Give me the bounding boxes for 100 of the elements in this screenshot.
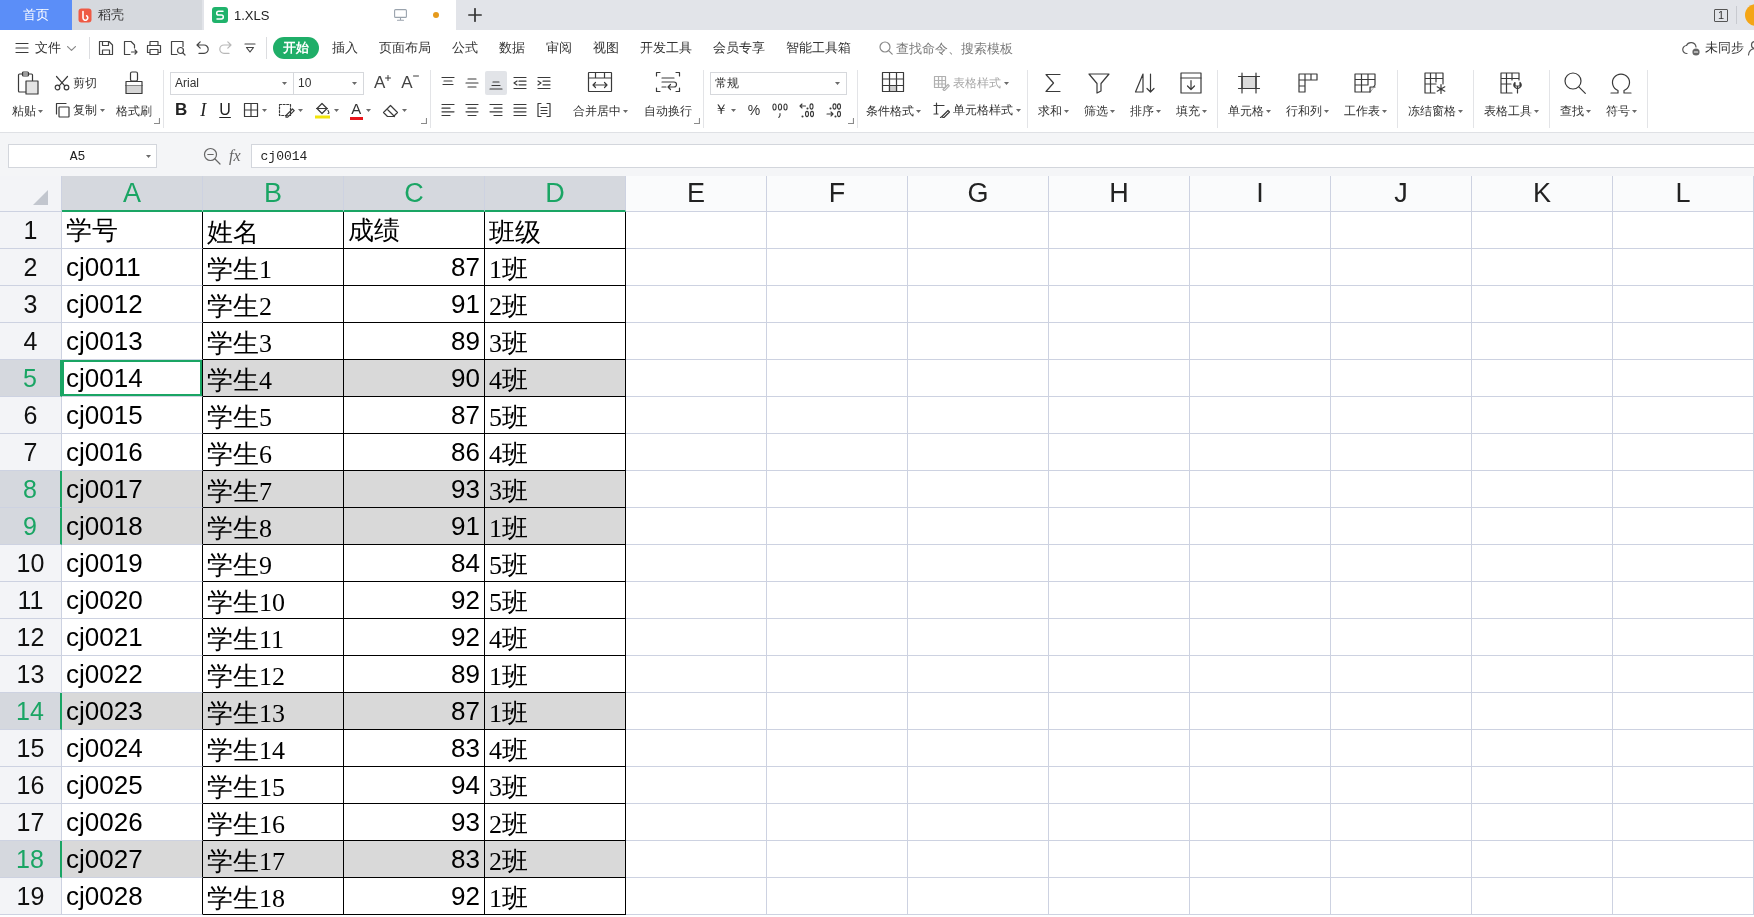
column-header[interactable]: H (1049, 176, 1190, 212)
window-switcher-button[interactable]: 1 (1713, 8, 1728, 22)
row-header[interactable]: 11 (0, 582, 62, 619)
dialog-launcher-icon[interactable] (693, 118, 700, 124)
table-cell: 91 (344, 508, 485, 545)
cell-style-button[interactable]: 单元格样式 (932, 98, 1021, 122)
row-header[interactable]: 12 (0, 619, 62, 656)
ribbon-tab[interactable]: 页面布局 (371, 37, 439, 59)
user-icon[interactable] (1747, 40, 1754, 56)
italic-button[interactable]: I (199, 100, 208, 120)
ribbon-tab[interactable]: 插入 (324, 37, 366, 59)
column-header[interactable]: F (767, 176, 908, 212)
file-menu-button[interactable]: 文件 (15, 39, 76, 57)
dialog-launcher-icon[interactable] (847, 118, 854, 124)
table-cell: 1班 (485, 693, 626, 730)
merge-center-button[interactable]: 合并居中 (570, 71, 630, 118)
row-header[interactable]: 13 (0, 656, 62, 693)
sum-button[interactable]: 求和 (1035, 71, 1071, 118)
decrease-decimal-icon[interactable] (826, 102, 843, 118)
draw-border-button[interactable] (277, 102, 303, 118)
font-color-button[interactable]: A (349, 100, 371, 120)
rows-columns-button[interactable]: 行和列 (1283, 71, 1331, 118)
find-button[interactable]: 查找 (1557, 71, 1593, 118)
fill-button[interactable]: 填充 (1173, 71, 1209, 118)
sort-button[interactable]: 排序 (1127, 71, 1163, 118)
caret-icon (1585, 109, 1591, 113)
app-tab[interactable]: 稻壳 (72, 0, 202, 30)
cell-button[interactable]: 单元格 (1225, 71, 1273, 118)
export-icon[interactable] (122, 40, 138, 56)
plus-icon[interactable] (468, 8, 482, 22)
ribbon-tab[interactable]: 数据 (491, 37, 533, 59)
column-header[interactable]: K (1472, 176, 1613, 212)
symbol-button[interactable]: 符号 (1603, 71, 1639, 118)
dialog-launcher-icon[interactable] (154, 118, 160, 124)
currency-button[interactable]: ￥ (713, 101, 736, 119)
formula-field[interactable]: cj0014 (250, 144, 1754, 168)
cut-button[interactable]: 剪切 (54, 71, 105, 95)
conditional-format-button[interactable]: 条件格式 (863, 71, 923, 118)
row-header[interactable]: 17 (0, 804, 62, 841)
column-header[interactable]: G (908, 176, 1049, 212)
column-header[interactable]: I (1190, 176, 1331, 212)
paste-button[interactable]: 粘贴 (10, 71, 45, 118)
row-header[interactable]: 6 (0, 397, 62, 434)
cell-icon (1237, 71, 1262, 95)
ribbon-tab[interactable]: 会员专享 (705, 37, 773, 59)
format-painter-button[interactable]: 格式刷 (114, 71, 154, 118)
column-header[interactable]: J (1331, 176, 1472, 212)
insert-function-button[interactable]: fx (229, 147, 241, 165)
increase-decimal-icon[interactable] (799, 102, 816, 118)
row-header[interactable]: 4 (0, 323, 62, 360)
grow-font-button[interactable]: A (374, 74, 392, 92)
row-header[interactable]: 16 (0, 767, 62, 804)
column-header[interactable]: E (626, 176, 767, 212)
ribbon-tab[interactable]: 审阅 (538, 37, 580, 59)
eraser-button[interactable] (381, 102, 407, 118)
name-box[interactable]: A5 (8, 144, 157, 168)
font-name-dropdown[interactable]: Arial (170, 71, 294, 95)
underline-button[interactable]: U (218, 100, 232, 120)
filter-button[interactable]: 筛选 (1081, 71, 1117, 118)
print-icon[interactable] (146, 40, 162, 56)
table-tools-button[interactable]: 表格工具 (1481, 71, 1541, 118)
document-tab[interactable]: 1.XLS (204, 0, 456, 30)
caret-icon (146, 154, 151, 158)
ribbon-tab[interactable]: 公式 (444, 37, 486, 59)
preview-icon[interactable] (170, 40, 186, 56)
search-icon (879, 41, 893, 55)
fill-color-button[interactable] (313, 101, 339, 119)
row-header[interactable]: 15 (0, 730, 62, 767)
magnifier-icon[interactable] (203, 147, 221, 165)
row-header[interactable]: 10 (0, 545, 62, 582)
freeze-panes-button[interactable]: 冻结窗格 (1405, 71, 1465, 118)
borders-button[interactable] (242, 102, 267, 118)
worksheet-button[interactable]: 工作表 (1341, 71, 1389, 118)
rows-columns-icon (1295, 71, 1320, 95)
sync-status-button[interactable]: 未同步 (1682, 39, 1744, 57)
column-header[interactable]: L (1613, 176, 1754, 212)
row-header[interactable]: 3 (0, 286, 62, 323)
number-format-dropdown[interactable]: 常规 (709, 71, 847, 95)
percent-button[interactable]: % (746, 100, 762, 120)
shrink-font-button[interactable]: A (401, 74, 419, 92)
row-header[interactable]: 2 (0, 249, 62, 286)
caret-icon (100, 108, 105, 112)
undo-icon[interactable] (194, 40, 210, 56)
search-field[interactable]: 查找命令、搜索模板 (896, 40, 1024, 56)
row-header[interactable]: 1 (0, 212, 62, 249)
wrap-text-button[interactable]: 自动换行 (641, 71, 694, 118)
row-header[interactable]: 7 (0, 434, 62, 471)
ribbon-tab[interactable]: 智能工具箱 (778, 37, 859, 59)
caret-icon (333, 108, 339, 112)
ribbon-tab[interactable]: 开发工具 (632, 37, 700, 59)
thousands-separator-icon[interactable] (772, 102, 789, 118)
caret-icon (401, 108, 407, 112)
dialog-launcher-icon[interactable] (420, 118, 427, 124)
row-header[interactable]: 19 (0, 878, 62, 915)
font-size-dropdown[interactable]: 10 (293, 71, 364, 95)
ribbon-tab[interactable]: 视图 (585, 37, 627, 59)
app-logo-icon (78, 7, 92, 23)
copy-button[interactable]: 复制 (54, 98, 105, 122)
bold-button[interactable]: B (174, 100, 189, 120)
save-icon[interactable] (98, 40, 114, 56)
